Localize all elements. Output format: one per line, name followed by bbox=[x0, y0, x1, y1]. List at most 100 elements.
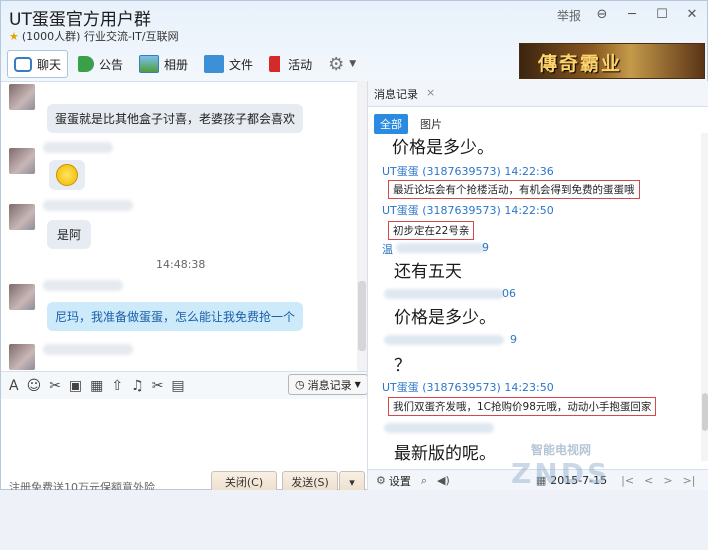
tab-album[interactable]: 相册 bbox=[133, 50, 194, 78]
sender-name-blurred bbox=[43, 200, 133, 211]
chat-message-self: 尼玛，我准备做蛋蛋，怎么能让我免费抢一个 bbox=[47, 302, 304, 331]
close-icon[interactable]: ✕ bbox=[677, 7, 707, 24]
history-tab-bar: 消息记录 × bbox=[368, 81, 708, 107]
tab-files-label: 文件 bbox=[229, 57, 254, 72]
gear-icon: ⚙ bbox=[328, 53, 345, 75]
close-icon[interactable]: × bbox=[426, 86, 435, 102]
watermark-line2: ZNDS bbox=[511, 457, 611, 490]
blurred-sender bbox=[384, 289, 504, 299]
filter-all[interactable]: 全部 bbox=[374, 114, 408, 134]
tab-activity-label: 活动 bbox=[288, 57, 313, 72]
history-filter-tabs: 全部 图片 bbox=[374, 114, 448, 134]
tab-announcement-label: 公告 bbox=[99, 57, 124, 72]
tab-album-label: 相册 bbox=[164, 57, 189, 72]
emoji-message bbox=[49, 160, 85, 190]
sender-name-blurred bbox=[43, 344, 133, 355]
folder-icon bbox=[204, 55, 225, 73]
ad-banner-text: 傳奇霸业 bbox=[538, 53, 623, 75]
more-apps-button[interactable]: ⚙ ▼ bbox=[322, 50, 362, 78]
smiley-icon bbox=[56, 164, 78, 186]
screenshot-icon[interactable]: ✂ bbox=[152, 378, 164, 394]
gear-icon[interactable]: ⚙ bbox=[376, 474, 386, 487]
blurred-sender bbox=[384, 335, 504, 345]
history-sender-partial: 06 bbox=[502, 287, 516, 300]
maximize-icon[interactable]: ☐ bbox=[647, 7, 677, 24]
history-sender: UT蛋蛋 (3187639573) 14:23:50 bbox=[382, 381, 554, 394]
window-controls: 举报 ⊖ ─ ☐ ✕ bbox=[551, 7, 707, 24]
more-icon[interactable]: ▤ bbox=[171, 378, 184, 394]
history-message: 还有五天 bbox=[394, 262, 462, 282]
settings-button[interactable]: 设置 bbox=[389, 473, 411, 489]
ad-banner[interactable]: 傳奇霸业 bbox=[519, 43, 705, 79]
report-link[interactable]: 举报 bbox=[551, 7, 587, 24]
history-panel: 消息记录 × 全部 图片 价格是多少。 UT蛋蛋 (3187639573) 14… bbox=[367, 81, 708, 491]
photo-icon bbox=[139, 55, 160, 73]
collapse-icon[interactable]: ⊖ bbox=[587, 7, 617, 24]
sender-name-blurred bbox=[43, 142, 113, 153]
group-info: (1000人群) 行业交流-IT/互联网 bbox=[21, 30, 179, 43]
group-toolbar: 聊天 公告 相册 文件 活动 ⚙ ▼ bbox=[7, 49, 362, 79]
history-message: ？ bbox=[394, 356, 411, 376]
history-tab-label: 消息记录 bbox=[374, 88, 418, 101]
scrollbar-thumb[interactable] bbox=[702, 393, 708, 431]
watermark-line1: 智能电视网 bbox=[531, 443, 592, 457]
history-sender-partial: 9 bbox=[482, 241, 489, 254]
group-title: UT蛋蛋官方用户群 bbox=[9, 10, 151, 30]
chevron-down-icon: ▼ bbox=[349, 59, 357, 69]
star-icon: ★ bbox=[9, 29, 19, 43]
tab-announcement[interactable]: 公告 bbox=[72, 50, 129, 78]
tab-activity[interactable]: 活动 bbox=[263, 50, 318, 78]
avatar bbox=[9, 344, 35, 370]
chat-messages: 蛋蛋就是比其他盒子讨喜，老婆孩子都会喜欢 是阿 14:48:38 尼玛，我准备做… bbox=[1, 81, 367, 371]
upload-icon[interactable]: ⇧ bbox=[111, 378, 123, 394]
tab-chat[interactable]: 聊天 bbox=[7, 50, 69, 78]
desktop-background bbox=[0, 490, 708, 550]
history-message: 价格是多少。 bbox=[392, 138, 494, 158]
next-page-button[interactable]: > bbox=[663, 474, 672, 487]
font-icon[interactable]: A bbox=[9, 378, 19, 394]
history-message: 最新版的呢。 bbox=[394, 444, 496, 464]
chat-message: 蛋蛋就是比其他盒子讨喜，老婆孩子都会喜欢 bbox=[47, 104, 304, 133]
history-message: 我们双蛋齐发哦，1C抢购价98元哦，动动小手抱蛋回家 bbox=[388, 397, 657, 416]
tab-files[interactable]: 文件 bbox=[198, 50, 259, 78]
history-scrollbar[interactable] bbox=[701, 133, 708, 461]
music-icon[interactable]: ♫ bbox=[131, 378, 144, 394]
sender-name-blurred bbox=[43, 280, 123, 291]
blurred-sender bbox=[384, 423, 494, 433]
filter-images[interactable]: 图片 bbox=[414, 114, 448, 134]
message-input[interactable] bbox=[1, 399, 367, 467]
blurred-sender bbox=[396, 243, 486, 253]
group-subtitle: ★ (1000人群) 行业交流-IT/互联网 bbox=[9, 28, 179, 44]
volume-icon[interactable]: ◀) bbox=[437, 474, 450, 487]
chevron-down-icon: ▼ bbox=[354, 380, 361, 389]
history-message: 初步定在22号亲 bbox=[388, 221, 475, 240]
megaphone-icon bbox=[78, 56, 95, 72]
search-icon[interactable]: ⌕ bbox=[421, 474, 427, 488]
avatar bbox=[9, 84, 35, 110]
scrollbar-thumb[interactable] bbox=[358, 281, 366, 351]
minimize-icon[interactable]: ─ bbox=[617, 7, 647, 24]
history-sender: UT蛋蛋 (3187639573) 14:22:50 bbox=[382, 204, 554, 217]
chat-timestamp: 14:48:38 bbox=[156, 258, 206, 271]
history-message: 最近论坛会有个抢楼活动，有机会得到免费的蛋蛋哦 bbox=[388, 180, 640, 199]
message-history-button[interactable]: ◷ 消息记录 ▼ bbox=[288, 374, 368, 395]
avatar bbox=[9, 284, 35, 310]
image-icon[interactable]: ▦ bbox=[90, 378, 103, 394]
tab-message-history[interactable]: 消息记录 × bbox=[374, 86, 435, 102]
flag-icon bbox=[269, 56, 284, 72]
last-page-button[interactable]: >| bbox=[683, 474, 696, 487]
avatar bbox=[9, 148, 35, 174]
emoji-icon[interactable]: ☺ bbox=[27, 378, 42, 394]
chat-icon bbox=[14, 56, 32, 72]
chat-message: 是阿 bbox=[47, 220, 92, 249]
history-message: 价格是多少。 bbox=[394, 308, 496, 328]
message-history-label: 消息记录 bbox=[307, 378, 352, 392]
clock-icon: ◷ bbox=[295, 378, 305, 391]
chat-scrollbar[interactable] bbox=[357, 81, 367, 371]
chat-window: UT蛋蛋官方用户群 ★ (1000人群) 行业交流-IT/互联网 举报 ⊖ ─ … bbox=[0, 0, 708, 494]
history-sender: UT蛋蛋 (3187639573) 14:22:36 bbox=[382, 165, 554, 178]
history-sender-partial: 温 bbox=[382, 243, 393, 256]
magic-icon[interactable]: ✂ bbox=[49, 378, 61, 394]
gift-icon[interactable]: ▣ bbox=[69, 378, 82, 394]
watermark: 智能电视网 ZNDS bbox=[501, 441, 651, 491]
